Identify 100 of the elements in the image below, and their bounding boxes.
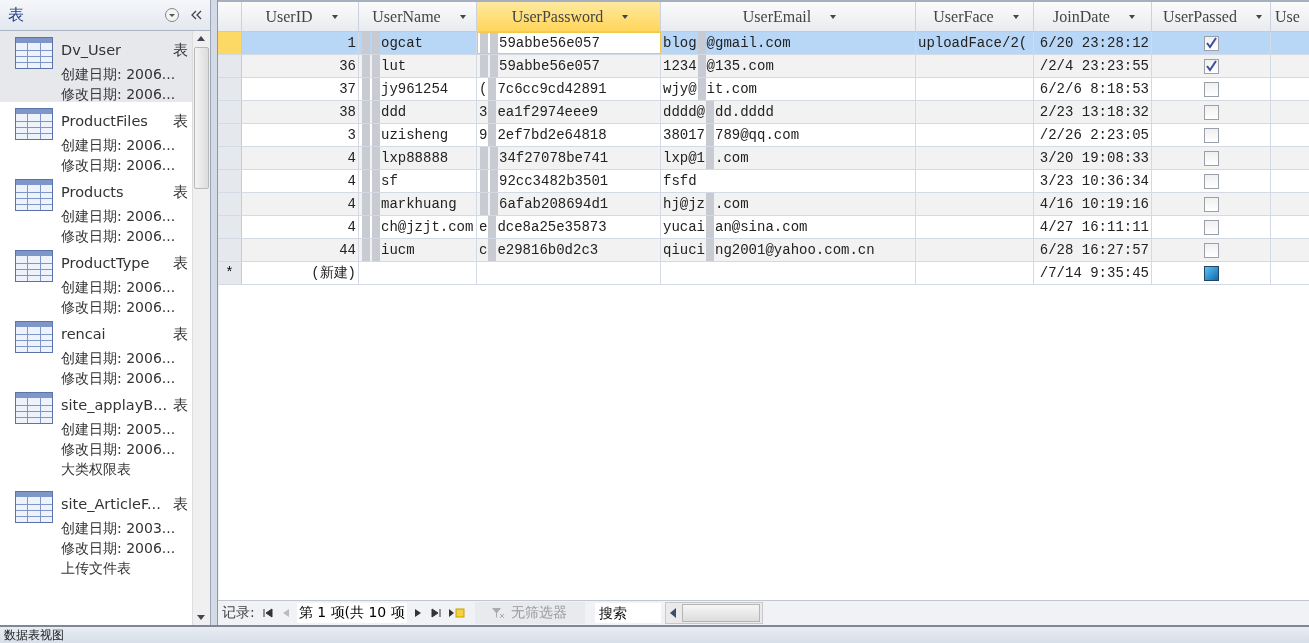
- table-row[interactable]: 4 markhuang 6afab208694d1 hj@jz .com 4/16 10:19:16: [218, 193, 1309, 216]
- table-cell: /7/14 9:35:45: [1039, 265, 1149, 281]
- dropdown-arrow-icon[interactable]: [330, 13, 339, 20]
- record-selector[interactable]: [218, 55, 242, 77]
- record-selector[interactable]: [218, 147, 242, 169]
- table-cell: ddd: [381, 104, 407, 120]
- status-text: 数据表视图: [4, 628, 64, 642]
- dropdown-arrow-icon[interactable]: [621, 13, 630, 20]
- table-cell: uploadFace/2(: [918, 35, 1028, 51]
- new-record-icon[interactable]: [446, 606, 465, 620]
- table-item[interactable]: site_applayB... 表 创建日期: 2005... 修改日期: 2006... 大类权限表: [0, 386, 192, 485]
- table-cell: qiuci: [663, 242, 705, 258]
- dropdown-arrow-icon[interactable]: [1127, 13, 1136, 20]
- table-row[interactable]: 4 sf 92cc3482b3501 fsfd 3/23 10:36:34: [218, 170, 1309, 193]
- dropdown-arrow-icon[interactable]: [829, 13, 838, 20]
- table-detail: 创建日期: 2006...: [61, 278, 177, 297]
- record-selector[interactable]: [218, 239, 242, 261]
- table-row[interactable]: 3 uzisheng 9 2ef7bd2e64818 38017 789@qq.com /2/26 2:23:05: [218, 124, 1309, 147]
- record-selector[interactable]: [218, 216, 242, 238]
- table-name: site_ArticleF...: [61, 496, 161, 512]
- column-header[interactable]: UserFace: [916, 2, 1034, 32]
- checkbox[interactable]: [1203, 242, 1219, 258]
- record-selector[interactable]: [218, 170, 242, 192]
- table-item[interactable]: Dv_User 表 创建日期: 2006... 修改日期: 2006...: [0, 31, 192, 102]
- blur-patch: [488, 101, 497, 123]
- table-name: ProductType: [61, 255, 150, 271]
- table-item[interactable]: site_ArticleF... 表 创建日期: 2003... 修改日期: 2006... 上传文件表: [0, 485, 192, 584]
- scroll-thumb[interactable]: [194, 47, 209, 189]
- scroll-thumb[interactable]: [681, 604, 760, 622]
- current-record-field[interactable]: 第 1 项(共 10 项: [296, 603, 407, 623]
- column-header[interactable]: JoinDate: [1034, 2, 1152, 32]
- table-cell: 59abbe56e057: [499, 35, 600, 51]
- checkbox[interactable]: [1203, 150, 1219, 166]
- table-cell: iucm: [381, 242, 415, 258]
- checkbox[interactable]: [1203, 104, 1219, 120]
- checkbox[interactable]: [1203, 219, 1219, 235]
- table-row[interactable]: 4 lxp88888 34f27078be741 lxp@1 .com 3/20 19:08:33: [218, 147, 1309, 170]
- checkbox[interactable]: [1203, 81, 1219, 97]
- table-cell: c: [479, 242, 488, 258]
- column-header[interactable]: UserName: [359, 2, 477, 32]
- checkbox[interactable]: [1203, 127, 1219, 143]
- table-row[interactable]: 1 ogcat 59abbe56e057 blog @gmail.com uploadFace/2( 6/20 23:28:12: [218, 32, 1309, 55]
- record-selector[interactable]: [218, 101, 242, 123]
- table-cell: 4: [347, 150, 356, 166]
- checkbox[interactable]: [1203, 35, 1219, 51]
- last-record-icon[interactable]: [428, 606, 443, 620]
- dropdown-arrow-icon[interactable]: [1011, 13, 1020, 20]
- table-cell: ng2001@yahoo.com.cn: [715, 242, 875, 258]
- record-selector[interactable]: [218, 124, 242, 146]
- table-item[interactable]: ProductType 表 创建日期: 2006... 修改日期: 2006...: [0, 244, 192, 315]
- table-cell: 44: [339, 242, 356, 258]
- object-type: 表: [173, 324, 188, 344]
- table-detail: 修改日期: 2006...: [61, 156, 177, 175]
- checkbox[interactable]: [1203, 265, 1219, 281]
- table-item[interactable]: ProductFiles 表 创建日期: 2006... 修改日期: 2006...: [0, 102, 192, 173]
- table-cell: 4: [347, 173, 356, 189]
- table-row[interactable]: * (新建) /7/14 9:35:45: [218, 262, 1309, 285]
- table-item[interactable]: rencai 表 创建日期: 2006... 修改日期: 2006...: [0, 315, 192, 386]
- select-all-corner[interactable]: [218, 2, 242, 32]
- table-row[interactable]: 4 ch@jzjt.com e dce8a25e35873 yucai an@sina.com 4/27 16:11:11: [218, 216, 1309, 239]
- column-header[interactable]: UserPassed: [1152, 2, 1271, 32]
- record-selector[interactable]: [218, 78, 242, 100]
- table-cell: 1: [347, 35, 356, 51]
- table-cell: lxp88888: [381, 150, 449, 166]
- table-row[interactable]: 44 iucm c e29816b0d2c3 qiuci ng2001@yahoo.com.cn 6/28 16:27:57: [218, 239, 1309, 262]
- table-row[interactable]: 37 jy961254 ( 7c6cc9cd42891 wjy@ it.com 6/2/6 8:18:53: [218, 78, 1309, 101]
- column-header[interactable]: UserID: [242, 2, 359, 32]
- table-item[interactable]: Products 表 创建日期: 2006... 修改日期: 2006...: [0, 173, 192, 244]
- column-header[interactable]: UserEmail: [661, 2, 916, 32]
- record-selector[interactable]: *: [218, 262, 242, 284]
- dropdown-circle-icon[interactable]: [164, 7, 180, 23]
- table-cell: 3: [347, 127, 356, 143]
- table-cell: sf: [381, 173, 398, 189]
- search-field[interactable]: 搜索: [594, 603, 661, 623]
- horizontal-scrollbar[interactable]: [664, 602, 763, 624]
- column-header[interactable]: Use: [1271, 2, 1309, 32]
- object-type: 表: [173, 253, 188, 273]
- table-cell: 2/23 13:18:32: [1039, 104, 1149, 120]
- table-cell: it.com: [706, 81, 758, 97]
- table-cell: 3: [479, 104, 488, 120]
- checkbox[interactable]: [1203, 173, 1219, 189]
- checkbox[interactable]: [1203, 58, 1219, 74]
- collapse-icon[interactable]: [190, 9, 204, 21]
- table-name: site_applayB...: [61, 397, 167, 413]
- record-selector[interactable]: [218, 193, 242, 215]
- first-record-icon[interactable]: [260, 606, 275, 620]
- table-cell: an@sina.com: [715, 219, 808, 235]
- table-detail: 创建日期: 2003...: [61, 519, 177, 538]
- column-header[interactable]: UserPassword: [477, 2, 661, 32]
- table-cell: lxp@1: [663, 150, 705, 166]
- vertical-scrollbar[interactable]: [192, 31, 210, 625]
- dropdown-arrow-icon[interactable]: [458, 13, 467, 20]
- table-row[interactable]: 36 lut 59abbe56e057 1234 @135.com /2/4 23:23:55: [218, 55, 1309, 78]
- table-row[interactable]: 38 ddd 3 ea1f2974eee9 dddd@ dd.dddd 2/23 13:18:32: [218, 101, 1309, 124]
- table-detail: 创建日期: 2006...: [61, 349, 177, 368]
- table-detail: 创建日期: 2006...: [61, 136, 177, 155]
- dropdown-arrow-icon[interactable]: [1254, 13, 1263, 20]
- table-cell: 1234: [663, 58, 697, 74]
- checkbox[interactable]: [1203, 196, 1219, 212]
- table-cell: fsfd: [663, 173, 697, 189]
